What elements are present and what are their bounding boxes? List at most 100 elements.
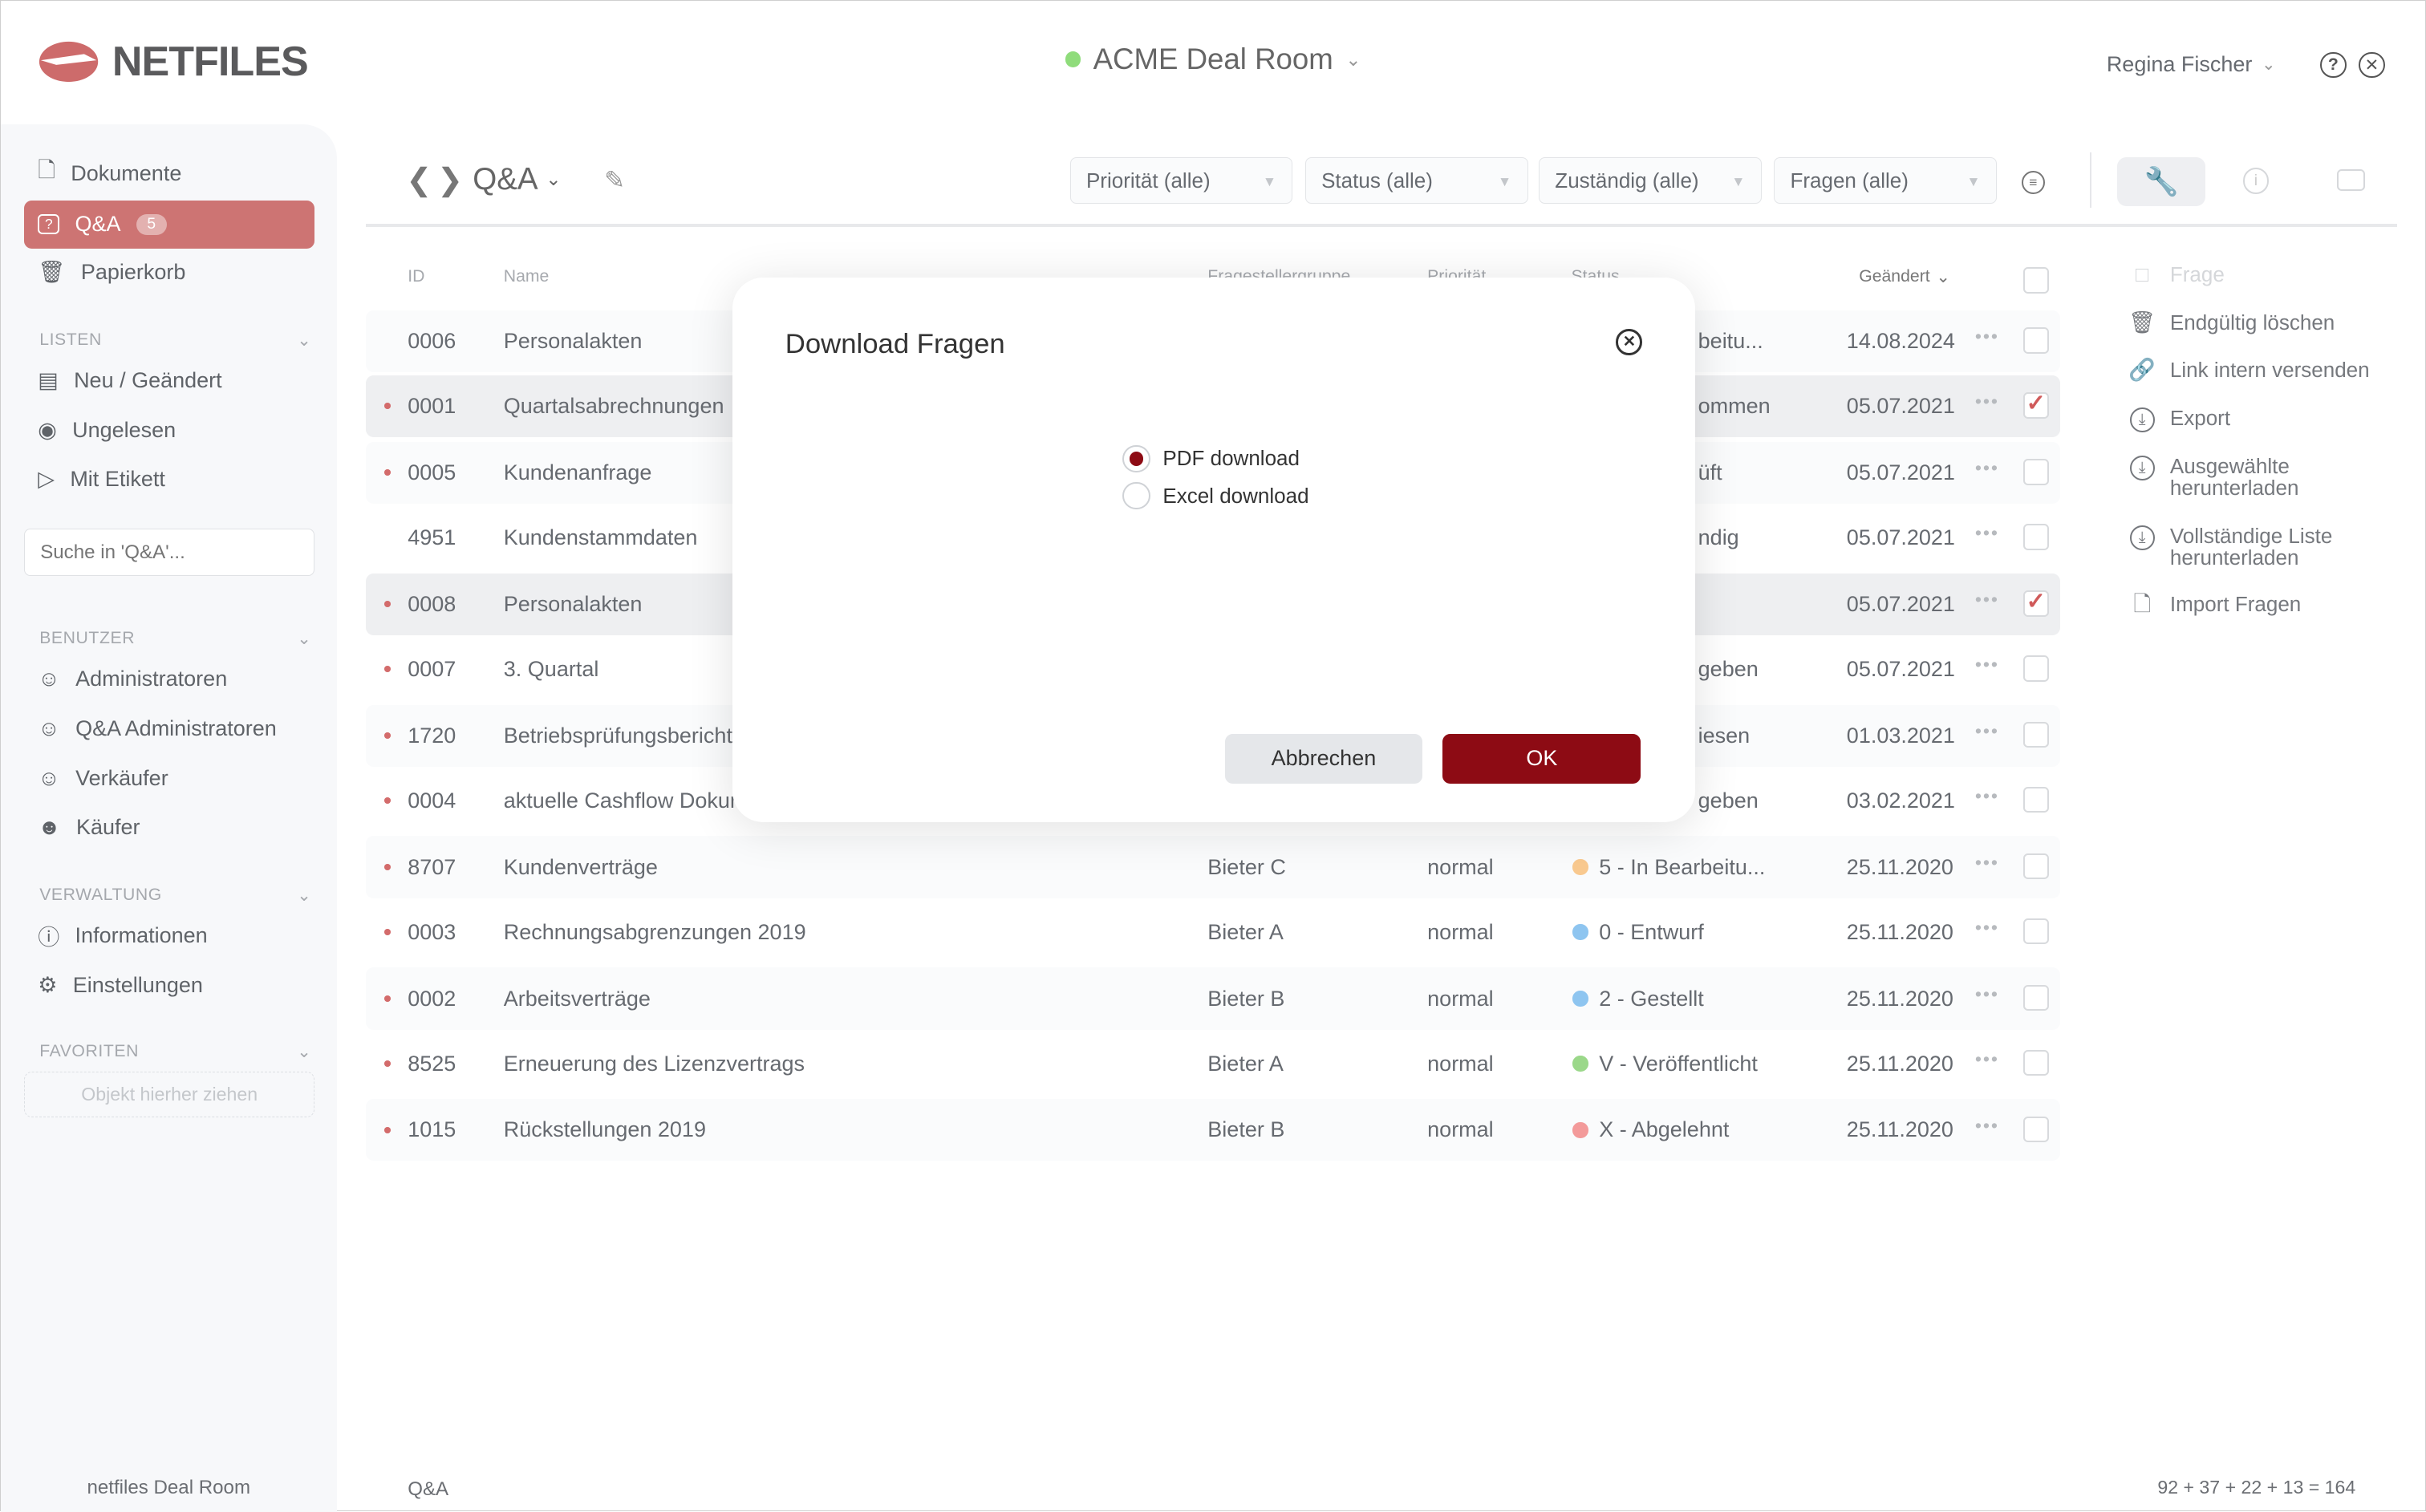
row-checkbox[interactable] [2022,853,2050,880]
list-icon: ▤ [38,367,59,392]
chevron-down-icon: ⌄ [297,1042,312,1061]
sidebar-item-verkaeufer[interactable]: ☺ Verkäufer [24,754,315,802]
column-header-label: Geändert [1859,266,1930,286]
row-checkbox[interactable] [2022,918,2050,945]
cell-id: 0005 [408,460,456,484]
table-row[interactable]: 8707 Kundenverträge Bieter C normal 5 - In B… [366,836,2060,898]
row-checkbox[interactable] [2022,786,2050,813]
more-icon[interactable]: ••• [1975,720,1999,742]
more-icon[interactable]: ••• [1975,457,1999,479]
more-icon[interactable]: ••• [1975,1115,1999,1137]
cell-asker: Bieter C [1207,854,1286,879]
sidebar-item-kaeufer[interactable]: ☻ Käufer [24,804,315,852]
cell-name: 3. Quartal [503,656,599,681]
sidebar-item-qa-administratoren[interactable]: ☺ Q&A Administratoren [24,705,315,753]
row-checkbox[interactable] [2022,721,2050,748]
unread-dot [384,797,391,804]
sidebar-item-neu-geaendert[interactable]: ▤ Neu / Geändert [24,357,315,405]
logout-icon[interactable]: ✕ [2359,51,2385,79]
row-checkbox[interactable] [2022,326,2050,354]
help-icon[interactable]: ? [2319,51,2347,79]
row-checkbox[interactable] [2022,1049,2050,1076]
filter-prioritaet[interactable]: Priorität (alle) ▼ [1069,156,1293,204]
table-row[interactable]: 0002 Arbeitsverträge Bieter B normal 2 - Ges… [366,967,2060,1030]
netfiles-logo[interactable]: NETFILES [38,38,309,86]
filter-zustaendig[interactable]: Zuständig (alle) ▼ [1539,156,1762,204]
column-header-changed[interactable]: Geändert ⌄ [1859,267,1950,287]
radio-label: Excel download [1162,483,1309,508]
table-row[interactable]: 1015 Rückstellungen 2019 Bieter B normal X -… [366,1099,2060,1161]
cancel-button[interactable]: Abbrechen [1224,734,1423,784]
user-menu[interactable]: Regina Fischer ⌄ [2107,52,2276,77]
chevron-down-icon: ⌄ [546,168,562,190]
row-checkbox[interactable] [2022,655,2050,682]
more-icon[interactable]: ••• [1975,522,1999,544]
action-import-fragen[interactable]: 🗋 Import Fragen [2130,593,2371,615]
row-checkbox[interactable] [2022,458,2050,485]
action-link-intern-versenden[interactable]: 🔗 Link intern versenden [2128,359,2371,381]
section-verwaltung[interactable]: VERWALTUNG ⌄ [39,886,311,906]
row-checkbox[interactable]: ✓ [2022,391,2050,419]
filter-status[interactable]: Status (alle) ▼ [1304,156,1528,204]
more-icon[interactable]: ••• [1975,391,1999,412]
row-checkbox[interactable]: ✓ [2022,589,2050,617]
radio-pdf-download[interactable]: PDF download [1122,444,1300,473]
section-favoriten[interactable]: FAVORITEN ⌄ [39,1042,311,1062]
sidebar-item-informationen[interactable]: ⓘ Informationen [24,912,315,960]
action-endg-ltig-l-schen[interactable]: 🗑 Endgültig löschen [2128,310,2371,334]
action-export[interactable]: ⤓ Export [2129,407,2371,433]
cell-status: geben [1698,788,1759,813]
radio-excel-download[interactable]: Excel download [1122,481,1309,510]
section-listen[interactable]: LISTEN ⌄ [39,330,311,351]
close-icon[interactable]: ✕ [1616,328,1643,355]
table-row[interactable]: 8525 Erneuerung des Lizenzvertrags Bieter … [366,1032,2060,1094]
forward-arrow-icon[interactable]: ❯ [437,162,463,198]
sidebar-item-dokumente[interactable]: 🗋 Dokumente [24,149,315,197]
search-input[interactable] [23,528,315,577]
filter-icon[interactable]: ≡ [2021,171,2045,195]
more-icon[interactable]: ••• [1975,654,1999,675]
filter-fragen[interactable]: Fragen (alle) ▼ [1774,156,1997,204]
room-selector[interactable]: ACME Deal Room ⌄ [1065,43,1361,76]
edit-icon[interactable]: ✎ [604,166,625,195]
more-icon[interactable]: ••• [1975,1048,1999,1070]
more-icon[interactable]: ••• [1975,983,1999,1005]
cell-changed: 05.07.2021 [1846,525,1955,549]
more-icon[interactable]: ••• [1975,852,1999,874]
unread-dot [384,1127,391,1133]
wrench-icon[interactable]: 🔧 [2117,156,2206,207]
row-checkbox[interactable] [2022,523,2050,550]
trash-icon: 🗑 [2128,310,2156,334]
select-all-checkbox[interactable] [2022,266,2050,294]
section-title-dropdown[interactable]: Q&A ⌄ [473,162,561,197]
ok-button[interactable]: OK [1442,734,1641,784]
unread-dot [384,929,391,935]
action-frage[interactable]: □ Frage [2130,263,2371,286]
more-icon[interactable]: ••• [1975,326,1999,347]
more-icon[interactable]: ••• [1975,589,1999,610]
action-vollst-ndige-liste-herunterladen[interactable]: ⤓ Vollständige Liste herunterladen [2129,525,2371,569]
radio-label: PDF download [1162,446,1300,471]
sidebar-item-papierkorb[interactable]: 🗑 Papierkorb [24,249,315,297]
online-status-dot [1065,51,1081,67]
more-icon[interactable]: ••• [1975,785,1999,807]
section-benutzer[interactable]: BENUTZER ⌄ [39,629,311,649]
sidebar-item-administratoren[interactable]: ☺ Administratoren [24,655,315,703]
row-checkbox[interactable] [2022,1116,2050,1143]
room-name: ACME Deal Room [1093,43,1333,76]
column-header-name[interactable]: Name [504,267,550,286]
sidebar-item-einstellungen[interactable]: ⚙ Einstellungen [24,962,315,1010]
action-ausgew-hlte-herunterladen[interactable]: ⤓ Ausgewählte herunterladen [2129,456,2371,499]
comment-icon[interactable] [2337,169,2365,192]
sidebar-item-mit-etikett[interactable]: ▷ Mit Etikett [24,456,315,504]
more-icon[interactable]: ••• [1975,917,1999,938]
sidebar-item-ungelesen[interactable]: ◉ Ungelesen [24,406,315,454]
info-icon[interactable]: i [2242,168,2270,195]
cell-id: 8525 [408,1051,456,1076]
table-row[interactable]: 0003 Rechnungsabgrenzungen 2019 Bieter A no… [366,901,2060,963]
row-checkbox[interactable] [2022,984,2050,1011]
column-header-id[interactable]: ID [408,267,424,286]
favorites-dropzone[interactable]: Objekt hierher ziehen [23,1071,315,1118]
back-arrow-icon[interactable]: ❮ [406,162,432,198]
sidebar-item-qa[interactable]: ? Q&A 5 [23,200,315,249]
